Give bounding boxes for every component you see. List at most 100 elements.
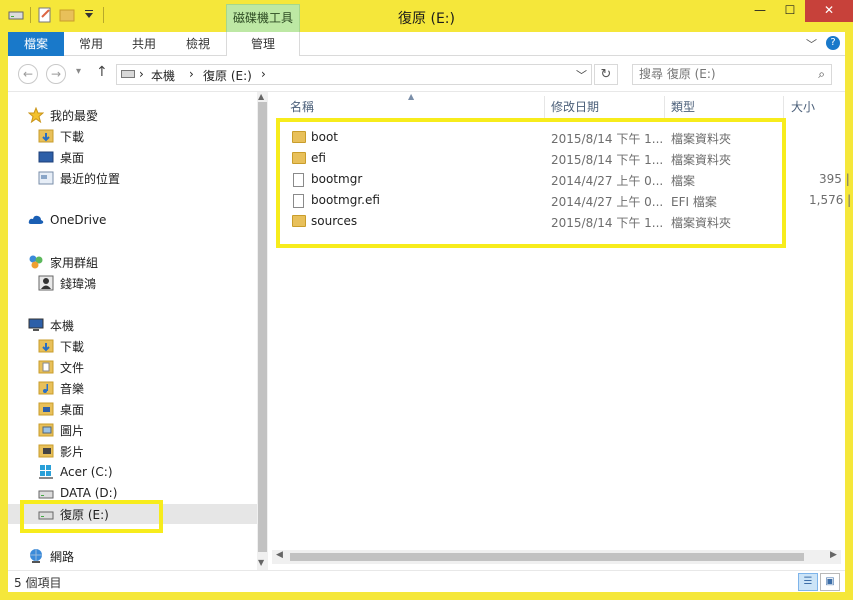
nav-label: Acer (C:) [60, 465, 113, 479]
nav-label: 最近的位置 [60, 171, 121, 186]
search-input[interactable] [639, 67, 809, 81]
column-header-type[interactable]: 類型 [671, 96, 695, 118]
scroll-left-icon[interactable]: ◀ [276, 550, 283, 560]
drive-icon [121, 70, 135, 78]
nav-this-pc-music[interactable]: 音樂 [38, 378, 84, 398]
address-bar[interactable]: › 本機 › 復原 (E:) › ﹀ [116, 64, 592, 85]
nav-drive-c[interactable]: Acer (C:) [38, 462, 113, 482]
scroll-right-icon[interactable]: ▶ [830, 550, 837, 560]
column-header-size[interactable]: 大小 [791, 96, 815, 118]
nav-label: 網路 [50, 549, 75, 564]
breadcrumb-separator[interactable]: › [261, 67, 266, 81]
nav-label: 文件 [60, 360, 85, 375]
annotation-highlight-drive [20, 500, 163, 533]
search-box[interactable]: ⌕ [632, 64, 832, 85]
ribbon-tabs: 檔案 常用 共用 檢視 管理 ﹀ ? [8, 32, 845, 56]
nav-label: 音樂 [60, 381, 85, 396]
nav-favorites[interactable]: 我的最愛 [28, 105, 98, 125]
navigation-pane: 我的最愛 下載 桌面 最近的位置 OneDrive 家用群組 錢瑋鴻 本機 下載… [8, 92, 268, 570]
tab-share[interactable]: 共用 [118, 32, 170, 56]
recent-locations-dropdown[interactable]: ▾ [76, 66, 81, 77]
downloads-folder-icon [38, 339, 54, 353]
column-header-date[interactable]: 修改日期 [551, 96, 599, 118]
nav-this-pc-videos[interactable]: 影片 [38, 441, 84, 461]
title-bar: 磁碟機工具 復原 (E:) — ☐ ✕ [0, 0, 853, 32]
tab-home[interactable]: 常用 [64, 32, 118, 56]
tab-view[interactable]: 檢視 [170, 32, 226, 56]
nav-label: 家用群組 [50, 255, 99, 270]
cloud-icon [28, 215, 44, 224]
column-header-name[interactable]: 名稱 [290, 96, 314, 118]
nav-label: 桌面 [60, 150, 85, 165]
item-count: 5 個項目 [14, 576, 62, 590]
nav-label: 圖片 [60, 423, 85, 438]
documents-folder-icon [38, 360, 54, 374]
nav-homegroup[interactable]: 家用群組 [28, 252, 98, 272]
nav-homegroup-user[interactable]: 錢瑋鴻 [38, 273, 96, 293]
pictures-folder-icon [38, 423, 54, 437]
nav-network[interactable]: 網路 [28, 546, 74, 566]
network-icon [30, 549, 42, 563]
back-button[interactable]: ← [18, 64, 38, 84]
star-icon [28, 107, 44, 123]
column-divider[interactable] [664, 96, 665, 118]
details-view-button[interactable]: ☰ [798, 573, 818, 591]
up-button[interactable]: ↑ [96, 64, 108, 80]
expand-ribbon-icon[interactable]: ﹀ [806, 36, 817, 52]
videos-folder-icon [38, 444, 54, 458]
desktop-folder-icon [38, 402, 54, 416]
column-divider[interactable] [544, 96, 545, 118]
nav-label: 影片 [60, 444, 85, 459]
scroll-down-icon[interactable]: ▼ [258, 558, 264, 567]
desktop-icon [38, 151, 54, 163]
windows-drive-icon [39, 465, 53, 479]
nav-this-pc-downloads[interactable]: 下載 [38, 336, 84, 356]
nav-this-pc-documents[interactable]: 文件 [38, 357, 84, 377]
scroll-up-icon[interactable]: ▲ [258, 92, 264, 101]
search-icon[interactable]: ⌕ [818, 67, 825, 82]
breadcrumb-separator[interactable]: › [139, 67, 144, 81]
homegroup-icon [29, 255, 43, 269]
file-size: 395 | [819, 172, 850, 186]
minimize-button[interactable]: — [745, 0, 775, 22]
column-divider[interactable] [783, 96, 784, 118]
recent-places-icon [38, 171, 54, 185]
tab-file[interactable]: 檔案 [8, 32, 64, 56]
nav-label: 我的最愛 [50, 108, 99, 123]
nav-label: 本機 [50, 318, 75, 333]
status-bar: 5 個項目 ☰ ▣ [8, 570, 845, 592]
breadcrumb-separator[interactable]: › [189, 67, 194, 81]
help-icon[interactable]: ? [826, 36, 840, 50]
user-avatar-icon [38, 275, 54, 291]
address-dropdown-icon[interactable]: ﹀ [576, 67, 587, 83]
close-button[interactable]: ✕ [805, 0, 853, 22]
maximize-button[interactable]: ☐ [775, 0, 805, 22]
sort-indicator-icon: ▲ [408, 92, 415, 101]
large-icons-view-button[interactable]: ▣ [820, 573, 840, 591]
breadcrumb-recovery-drive[interactable]: 復原 (E:) [203, 67, 252, 84]
nav-this-pc-desktop[interactable]: 桌面 [38, 399, 84, 419]
nav-scrollbar[interactable]: ▲ ▼ [257, 92, 268, 570]
drive-icon [38, 490, 54, 499]
horizontal-scrollbar[interactable]: ◀ ▶ [272, 550, 841, 564]
scroll-thumb[interactable] [290, 553, 804, 561]
refresh-button[interactable]: ↻ [594, 64, 618, 85]
nav-favorites-recent[interactable]: 最近的位置 [38, 168, 120, 188]
window-title: 復原 (E:) [398, 11, 455, 27]
nav-onedrive[interactable]: OneDrive [28, 210, 106, 230]
nav-label: 桌面 [60, 402, 85, 417]
nav-favorites-downloads[interactable]: 下載 [38, 126, 84, 146]
nav-this-pc-pictures[interactable]: 圖片 [38, 420, 84, 440]
breadcrumb-this-pc[interactable]: 本機 [151, 67, 175, 84]
scroll-thumb[interactable] [258, 102, 267, 552]
annotation-highlight-files [276, 118, 786, 248]
nav-favorites-desktop[interactable]: 桌面 [38, 147, 84, 167]
file-size: 1,576 | [809, 193, 852, 207]
tab-manage[interactable]: 管理 [226, 32, 300, 56]
nav-label: OneDrive [50, 213, 107, 227]
window-controls: — ☐ ✕ [745, 0, 853, 22]
forward-button[interactable]: → [46, 64, 66, 84]
music-folder-icon [38, 381, 54, 395]
nav-this-pc[interactable]: 本機 [28, 315, 74, 335]
computer-icon [28, 318, 44, 331]
